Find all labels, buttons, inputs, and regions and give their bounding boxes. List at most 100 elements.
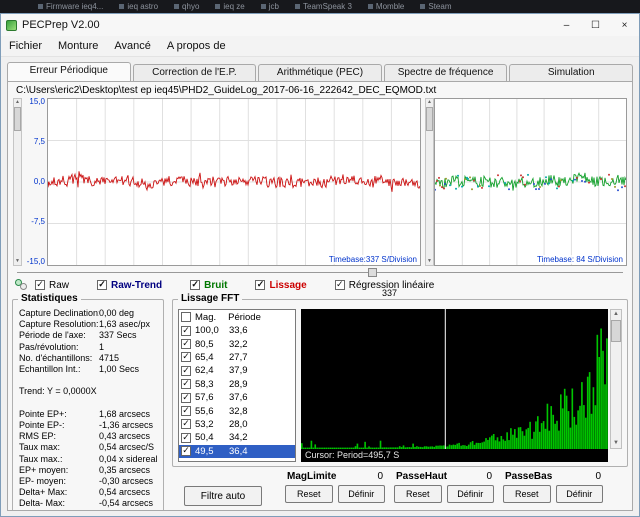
scroll-up-icon[interactable]: ▲ — [426, 99, 433, 106]
stat-label: Delta- Max: — [19, 498, 66, 509]
checkbox-icon[interactable] — [181, 419, 191, 430]
pec-chart: ▲ ▼ 15,0 7,5 0,0 -7,5 -15,0 Timebase:337 S/D… — [13, 98, 421, 266]
fft-period-value: 33,6 — [229, 325, 248, 337]
scrollbar-thumb[interactable] — [426, 107, 433, 131]
stat-value: -0,54 arcsecs — [99, 498, 154, 509]
fft-mag-value: 65,4 — [195, 351, 214, 363]
reset-button[interactable]: Reset — [285, 485, 333, 503]
minimize-button[interactable]: – — [552, 14, 581, 36]
fft-cursor-readout: Cursor: Period=495,7 S — [301, 449, 608, 462]
stat-row: Pointe EP-: -1,36 arcsecs — [19, 420, 160, 431]
fft-period-row[interactable]: 65,4 27,7 — [179, 351, 295, 364]
definir-button[interactable]: Définir — [337, 485, 385, 503]
checkbox-icon[interactable] — [181, 406, 191, 417]
stat-value: -1,36 arcsecs — [99, 420, 154, 430]
definir-button[interactable]: Définir — [446, 485, 494, 503]
fft-period-row[interactable]: 100,0 33,6 — [179, 324, 295, 337]
filter-value: 0 — [377, 471, 383, 482]
filter-group: PasseBas 0 Reset Définir — [503, 470, 603, 503]
scroll-down-icon[interactable]: ▼ — [426, 258, 433, 265]
trace-checkbox[interactable]: Raw — [35, 280, 69, 291]
stat-row: Période de l'axe: 337 Secs — [19, 330, 160, 341]
tab[interactable]: Simulation — [509, 64, 633, 81]
stat-value: 0,35 arcsecs — [99, 464, 151, 475]
menu-item[interactable]: Avancé — [106, 40, 159, 52]
definir-button[interactable]: Définir — [555, 485, 603, 503]
scroll-down-icon[interactable]: ▼ — [14, 258, 21, 265]
tab[interactable]: Erreur Périodique — [7, 62, 131, 81]
tab[interactable]: Spectre de fréquence — [383, 64, 508, 81]
stat-value — [99, 386, 160, 397]
checkbox-icon[interactable] — [181, 352, 191, 363]
checkbox-icon[interactable] — [181, 379, 191, 390]
stat-row — [19, 375, 160, 386]
fft-period-value: 34,2 — [229, 432, 248, 444]
stat-label: Delta+ Max: — [19, 487, 68, 498]
trace-toggle-icon[interactable] — [14, 279, 29, 291]
fft-period-row[interactable]: 57,6 37,6 — [179, 391, 295, 404]
timebase-value: 337 — [382, 288, 398, 298]
window-title: PECPrep V2.00 — [22, 19, 100, 31]
tab[interactable]: Correction de l'E.P. — [132, 64, 257, 81]
reset-button[interactable]: Reset — [503, 485, 551, 503]
y-axis-tick: -7,5 — [31, 217, 45, 226]
mag-checkbox-icon[interactable] — [181, 312, 191, 322]
stat-row: Capture Resolution: 1,63 asec/px — [19, 319, 160, 330]
scroll-up-icon[interactable]: ▲ — [14, 99, 21, 106]
scroll-down-icon[interactable]: ▼ — [611, 439, 621, 448]
filter-group: MagLimite 0 Reset Définir — [285, 470, 385, 503]
fft-period-row[interactable]: 53,2 28,0 — [179, 418, 295, 431]
fft-vscrollbar[interactable]: ▲ ▼ — [610, 309, 622, 449]
stat-label: Période de l'axe: — [19, 330, 86, 341]
checkbox-icon — [97, 280, 108, 290]
scrollbar-thumb[interactable] — [611, 320, 621, 342]
window-controls: – ☐ × — [552, 14, 639, 36]
background-tab-label: TeamSpeak 3 — [295, 2, 352, 11]
noise-chart-vscrollbar[interactable]: ▲ ▼ — [425, 98, 434, 266]
fft-plot-area: ▲ ▼ Cursor: Period=495,7 S — [301, 309, 622, 462]
menu-item[interactable]: Fichier — [1, 40, 50, 52]
background-tab-label: qhyo — [174, 2, 199, 11]
trace-checkbox[interactable]: Lissage — [255, 280, 307, 291]
slider-thumb[interactable] — [368, 268, 378, 277]
menu-item[interactable]: A propos de — [159, 40, 234, 52]
fft-period-value: 37,9 — [229, 365, 248, 377]
fft-period-row[interactable]: 55,6 32,8 — [179, 404, 295, 417]
pecprep-window: PECPrep V2.00 – ☐ × Fichier Monture Avancé… — [0, 13, 640, 517]
background-tab-label: Firmware ieq4... — [38, 2, 103, 11]
reset-button[interactable]: Reset — [394, 485, 442, 503]
checkbox-icon[interactable] — [181, 339, 191, 350]
checkbox-icon[interactable] — [181, 365, 191, 376]
scrollbar-thumb[interactable] — [14, 107, 21, 131]
maximize-button[interactable]: ☐ — [581, 14, 610, 36]
timebase-slider[interactable] — [17, 268, 623, 277]
filtre-auto-button[interactable]: Filtre auto — [184, 486, 262, 506]
close-button[interactable]: × — [610, 14, 639, 36]
fft-period-row[interactable]: 50,4 34,2 — [179, 431, 295, 444]
checkbox-icon[interactable] — [181, 446, 191, 457]
checkbox-icon[interactable] — [181, 325, 191, 336]
trace-checkbox[interactable]: Bruit — [190, 280, 227, 291]
checkbox-icon — [255, 280, 266, 290]
fft-period-list[interactable]: Mag. Période 100,0 33,6 — [178, 309, 296, 462]
bottom-section: Statistiques Capture Declination: 0,00 d… — [12, 293, 628, 510]
stat-value: 0,00 deg — [99, 308, 135, 318]
tab[interactable]: Arithmétique (PEC) — [258, 64, 382, 81]
erreur-periodique-tabpage: C:\Users\eric2\Desktop\test ep ieq45\PHD… — [7, 81, 633, 511]
fft-title: Lissage FFT — [178, 293, 243, 304]
checkbox-icon[interactable] — [181, 432, 191, 443]
fft-period-row[interactable]: 80,5 32,2 — [179, 337, 295, 350]
trace-checkbox[interactable]: Raw-Trend — [97, 280, 162, 291]
stat-label: Pointe EP-: — [19, 420, 65, 430]
checkbox-icon[interactable] — [181, 392, 191, 403]
fft-period-row[interactable]: 49,5 36,4 — [179, 444, 295, 458]
stat-row: Delta- Max: -0,54 arcsecs — [19, 498, 160, 509]
menu-item[interactable]: Monture — [50, 40, 106, 52]
pec-chart-vscrollbar[interactable]: ▲ ▼ — [13, 98, 22, 266]
fft-mag-value: 57,6 — [195, 392, 214, 404]
fft-period-row[interactable]: 62,4 37,9 — [179, 364, 295, 377]
fft-spectrum[interactable] — [301, 309, 608, 449]
fft-period-row[interactable]: 58,3 28,9 — [179, 378, 295, 391]
fft-mag-value: 53,2 — [195, 418, 214, 430]
scroll-up-icon[interactable]: ▲ — [611, 310, 621, 319]
